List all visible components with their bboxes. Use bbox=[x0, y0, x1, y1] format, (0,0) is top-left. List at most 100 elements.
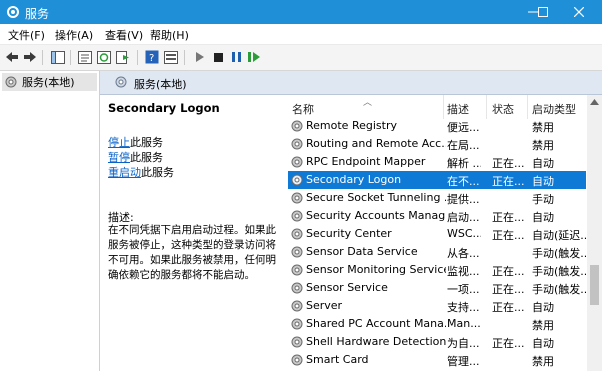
start-service-button[interactable] bbox=[192, 49, 208, 65]
service-name: Routing and Remote Acc... bbox=[306, 137, 446, 150]
console-button[interactable] bbox=[163, 49, 179, 65]
table-row[interactable]: Shared PC Account Mana... Man... 禁用 bbox=[288, 315, 586, 333]
pause-service-button[interactable] bbox=[228, 49, 244, 65]
forward-button[interactable] bbox=[22, 49, 38, 65]
show-hide-tree-button[interactable] bbox=[50, 49, 66, 65]
table-row[interactable]: Routing and Remote Acc... 在局... 禁用 bbox=[288, 135, 586, 153]
stop-service-icon bbox=[213, 52, 223, 62]
tree-item-services-local[interactable]: 服务(本地) bbox=[2, 73, 97, 91]
service-name: Secondary Logon bbox=[306, 173, 402, 186]
service-gear-icon bbox=[291, 228, 303, 240]
table-row[interactable]: Shell Hardware Detection 为自... 正在... 自动 bbox=[288, 333, 586, 351]
window-title: 服务 bbox=[25, 7, 50, 21]
stop-service-link[interactable]: 停止 bbox=[108, 136, 130, 149]
start-service-icon bbox=[196, 52, 204, 62]
table-row[interactable]: Secure Socket Tunneling ... 提供... 手动 bbox=[288, 189, 586, 207]
pause-service-link[interactable]: 暂停 bbox=[108, 151, 130, 164]
action-pause: 暂停此服务 bbox=[108, 149, 163, 165]
restart-service-button[interactable] bbox=[246, 49, 262, 65]
table-row[interactable]: Server 支持... 正在... 自动 bbox=[288, 297, 586, 315]
menu-view[interactable]: 查看(V) bbox=[105, 27, 143, 43]
sort-ascending-icon: ︿ bbox=[363, 98, 373, 108]
menu-file[interactable]: 文件(F) bbox=[8, 27, 45, 43]
properties-button[interactable] bbox=[77, 49, 93, 65]
back-icon bbox=[6, 52, 18, 62]
restart-service-link[interactable]: 重启动 bbox=[108, 166, 141, 179]
back-button[interactable] bbox=[4, 49, 20, 65]
action-suffix: 此服务 bbox=[130, 151, 163, 164]
column-header-startup-type[interactable]: 启动类型 bbox=[532, 101, 576, 117]
service-description: 为自... bbox=[447, 337, 480, 350]
service-description: 一项... bbox=[447, 283, 480, 296]
stop-service-button[interactable] bbox=[210, 49, 226, 65]
column-divider[interactable] bbox=[527, 95, 528, 119]
service-gear-icon bbox=[291, 354, 303, 366]
service-status: 正在... bbox=[492, 283, 525, 296]
service-name: Smart Card bbox=[306, 353, 369, 366]
service-startup-type: 手动(触发... bbox=[532, 265, 586, 278]
service-status: 正在... bbox=[492, 265, 525, 278]
service-startup-type: 自动 bbox=[532, 175, 554, 188]
service-startup-type: 禁用 bbox=[532, 139, 554, 152]
service-gear-icon bbox=[291, 120, 303, 132]
service-gear-icon bbox=[291, 318, 303, 330]
service-description: 便远... bbox=[447, 121, 480, 134]
column-header-description[interactable]: 描述 bbox=[447, 101, 469, 117]
service-description: 启动... bbox=[447, 211, 480, 224]
service-description: 管理... bbox=[447, 355, 480, 368]
scroll-up-icon[interactable] bbox=[590, 99, 599, 105]
table-row[interactable]: Sensor Monitoring Service 监视... 正在... 手动(触发… bbox=[288, 261, 586, 279]
services-table: ︿ 名称 描述 状态 启动类型 Remote Registry 便远... 禁用 Ro… bbox=[288, 95, 602, 371]
table-row[interactable]: Security Accounts Manag... 启动... 正在... 自动 bbox=[288, 207, 586, 225]
export-list-icon bbox=[116, 50, 129, 64]
help-icon: ? bbox=[145, 50, 159, 64]
service-status: 正在... bbox=[492, 157, 525, 170]
action-suffix: 此服务 bbox=[130, 136, 163, 149]
column-header-name[interactable]: 名称 bbox=[292, 101, 314, 117]
service-name: Server bbox=[306, 299, 343, 312]
action-stop: 停止此服务 bbox=[108, 134, 163, 150]
title-bar[interactable]: 服务 bbox=[0, 0, 602, 24]
table-row[interactable]: Sensor Data Service 从各... 手动(触发... bbox=[288, 243, 586, 261]
service-description: WSC... bbox=[447, 227, 481, 240]
scrollbar-thumb[interactable] bbox=[590, 265, 599, 305]
svg-text:?: ? bbox=[149, 53, 154, 64]
service-status: 正在... bbox=[492, 301, 525, 314]
services-pane: 服务(本地) Secondary Logon 停止此服务 暂停此服务 重启动此服… bbox=[100, 71, 602, 371]
tree-item-label: 服务(本地) bbox=[22, 76, 75, 89]
export-list-button[interactable] bbox=[115, 49, 131, 65]
table-row[interactable]: RPC Endpoint Mapper 解析 ... 正在... 自动 bbox=[288, 153, 586, 171]
service-gear-icon bbox=[291, 264, 303, 276]
table-row[interactable]: Sensor Service 一项... 正在... 手动(触发... bbox=[288, 279, 586, 297]
service-description: 解析 ... bbox=[447, 157, 481, 170]
table-body: Remote Registry 便远... 禁用 Routing and Remote… bbox=[288, 117, 586, 371]
refresh-button[interactable] bbox=[96, 49, 112, 65]
column-header-status[interactable]: 状态 bbox=[492, 101, 514, 117]
menu-help[interactable]: 帮助(H) bbox=[150, 27, 189, 43]
close-button[interactable] bbox=[556, 0, 602, 24]
table-row[interactable]: Secondary Logon 在不... 正在... 自动 bbox=[288, 171, 586, 189]
toolbar-separator bbox=[70, 50, 71, 65]
menu-bar: 文件(F) 操作(A) 查看(V) 帮助(H) bbox=[0, 24, 602, 45]
description-text: 在不同凭据下启用启动过程。如果此服务被停止，这种类型的登录访问将不可用。如果此服… bbox=[108, 224, 276, 281]
service-description: 提供... bbox=[447, 193, 480, 206]
services-app-icon bbox=[6, 5, 20, 19]
service-startup-type: 手动 bbox=[532, 193, 554, 206]
service-status: 正在... bbox=[492, 229, 525, 242]
service-description: 支持... bbox=[447, 301, 480, 314]
column-divider[interactable] bbox=[443, 95, 444, 119]
menu-action[interactable]: 操作(A) bbox=[55, 27, 93, 43]
gear-icon bbox=[5, 76, 17, 88]
table-row[interactable]: Security Center WSC... 正在... 自动(延迟... bbox=[288, 225, 586, 243]
vertical-scrollbar[interactable] bbox=[587, 95, 602, 371]
table-header: ︿ 名称 描述 状态 启动类型 bbox=[288, 95, 602, 119]
refresh-icon bbox=[97, 50, 111, 64]
table-row[interactable]: Remote Registry 便远... 禁用 bbox=[288, 117, 586, 135]
service-status: 正在... bbox=[492, 211, 525, 224]
toolbar-separator bbox=[184, 50, 185, 65]
service-description: 在不... bbox=[447, 175, 480, 188]
toolbar: ? bbox=[0, 45, 602, 71]
help-button[interactable]: ? bbox=[144, 49, 160, 65]
table-row[interactable]: Smart Card 管理... 禁用 bbox=[288, 351, 586, 369]
column-divider[interactable] bbox=[486, 95, 487, 119]
